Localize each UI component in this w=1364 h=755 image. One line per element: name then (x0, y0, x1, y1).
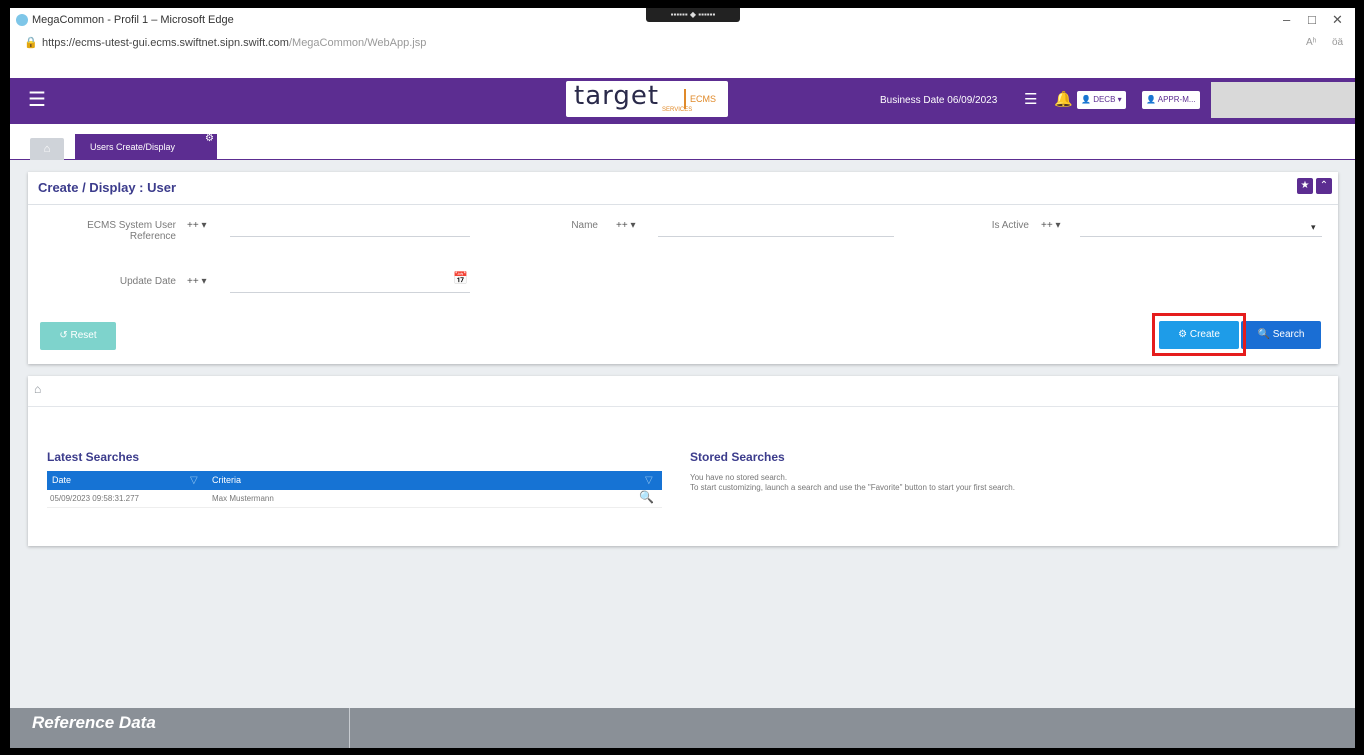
address-bar[interactable]: 🔒 https://ecms-utest-gui.ecms.swiftnet.s… (10, 32, 1355, 54)
close-window-button[interactable]: ✕ (1332, 12, 1343, 28)
calendar-icon[interactable]: 📅 (453, 271, 468, 285)
chevron-down-icon[interactable]: ▾ (1311, 222, 1316, 233)
business-date: Business Date 06/09/2023 (880, 95, 998, 106)
main-content: Create / Display : User ★ ⌃ ECMS System … (10, 160, 1355, 708)
field-label-is-active: Is Active (991, 220, 1029, 231)
url-text[interactable]: https://ecms-utest-gui.ecms.swiftnet.sip… (42, 37, 426, 49)
home-icon[interactable]: ⌂ (34, 382, 41, 396)
window-title: MegaCommon - Profil 1 – Microsoft Edge (32, 14, 234, 26)
table-header: Date ▽ Criteria ▽ (47, 471, 662, 490)
restore-button[interactable]: □ (1308, 12, 1316, 27)
column-date[interactable]: Date (52, 475, 71, 485)
list-icon[interactable]: ☰ (1024, 90, 1037, 108)
update-date-input[interactable] (230, 292, 470, 293)
tab-users-create-display[interactable]: Users Create/Display ⚙ (75, 133, 217, 160)
page-title: Create / Display : User (38, 180, 177, 195)
table-row[interactable]: 05/09/2023 09:58:31.277 Max Mustermann 🔍 (47, 490, 662, 508)
operator-dropdown[interactable]: ++ ▾ (187, 220, 207, 231)
name-input[interactable] (658, 236, 894, 237)
search-button[interactable]: 🔍 Search (1241, 321, 1321, 349)
collapse-icon[interactable]: ⌃ (1316, 178, 1332, 194)
hamburger-menu-icon[interactable]: ☰ (28, 90, 46, 110)
operator-dropdown[interactable]: ++ ▾ (1041, 220, 1061, 231)
stored-searches-hint: To start customizing, launch a search an… (690, 483, 1015, 492)
create-highlight-box (1152, 313, 1246, 356)
user-dropdown[interactable]: 👤 DECB ▾ (1077, 91, 1126, 109)
system-user-reference-input[interactable] (230, 236, 470, 237)
latest-searches-title: Latest Searches (47, 450, 140, 464)
read-aloud-icon[interactable]: Aʰ (1306, 37, 1317, 48)
operator-dropdown[interactable]: ++ ▾ (616, 220, 636, 231)
lock-icon: 🔒 (24, 37, 38, 49)
footer-title: Reference Data (10, 708, 350, 748)
header-grey-area (1211, 82, 1355, 118)
minimize-button[interactable]: – (1283, 12, 1290, 27)
reset-button[interactable]: ↺ Reset (40, 322, 116, 350)
favorite-star-icon[interactable]: ★ (1297, 178, 1313, 194)
window-titlebar: MegaCommon - Profil 1 – Microsoft Edge ▪… (10, 8, 1355, 32)
home-tab[interactable]: ⌂ (30, 138, 64, 160)
app-header: ☰ target SERVICES ECMS Business Date 06/… (10, 78, 1355, 124)
is-active-select[interactable] (1080, 236, 1322, 237)
operator-dropdown[interactable]: ++ ▾ (187, 276, 207, 287)
stored-searches-empty: You have no stored search. (690, 473, 788, 482)
favorites-icon[interactable]: öä (1332, 37, 1343, 48)
target-logo: target SERVICES ECMS (566, 81, 728, 117)
filter-icon[interactable]: ▽ (645, 475, 653, 486)
footer-bar: Reference Data (10, 708, 1355, 748)
tab-strip: ⌂ Users Create/Display ⚙ (10, 124, 1355, 160)
tab-close-icon[interactable]: ⚙ (205, 126, 214, 152)
latest-searches-table: Date ▽ Criteria ▽ 05/09/2023 09:58:31.27… (47, 471, 662, 508)
browser-window: MegaCommon - Profil 1 – Microsoft Edge ▪… (10, 8, 1355, 748)
bell-icon[interactable]: 🔔 (1054, 90, 1073, 108)
field-label-name: Name (571, 220, 598, 231)
searches-panel: ⌂ Latest Searches Date ▽ Criteria ▽ 05/0… (28, 376, 1338, 546)
role-dropdown[interactable]: 👤 APPR-M... (1142, 91, 1200, 109)
filter-icon[interactable]: ▽ (190, 475, 198, 486)
create-display-panel: Create / Display : User ★ ⌃ ECMS System … (28, 172, 1338, 364)
search-icon[interactable]: 🔍 (639, 490, 654, 504)
edge-icon (16, 14, 28, 26)
screen-share-pill: ▪▪▪▪▪▪ ◆ ▪▪▪▪▪▪ (646, 8, 740, 22)
column-criteria[interactable]: Criteria (212, 475, 241, 485)
stored-searches-title: Stored Searches (690, 450, 785, 464)
field-label-update-date: Update Date (119, 276, 176, 287)
field-label-system-user-reference: ECMS System User Reference (87, 220, 176, 242)
